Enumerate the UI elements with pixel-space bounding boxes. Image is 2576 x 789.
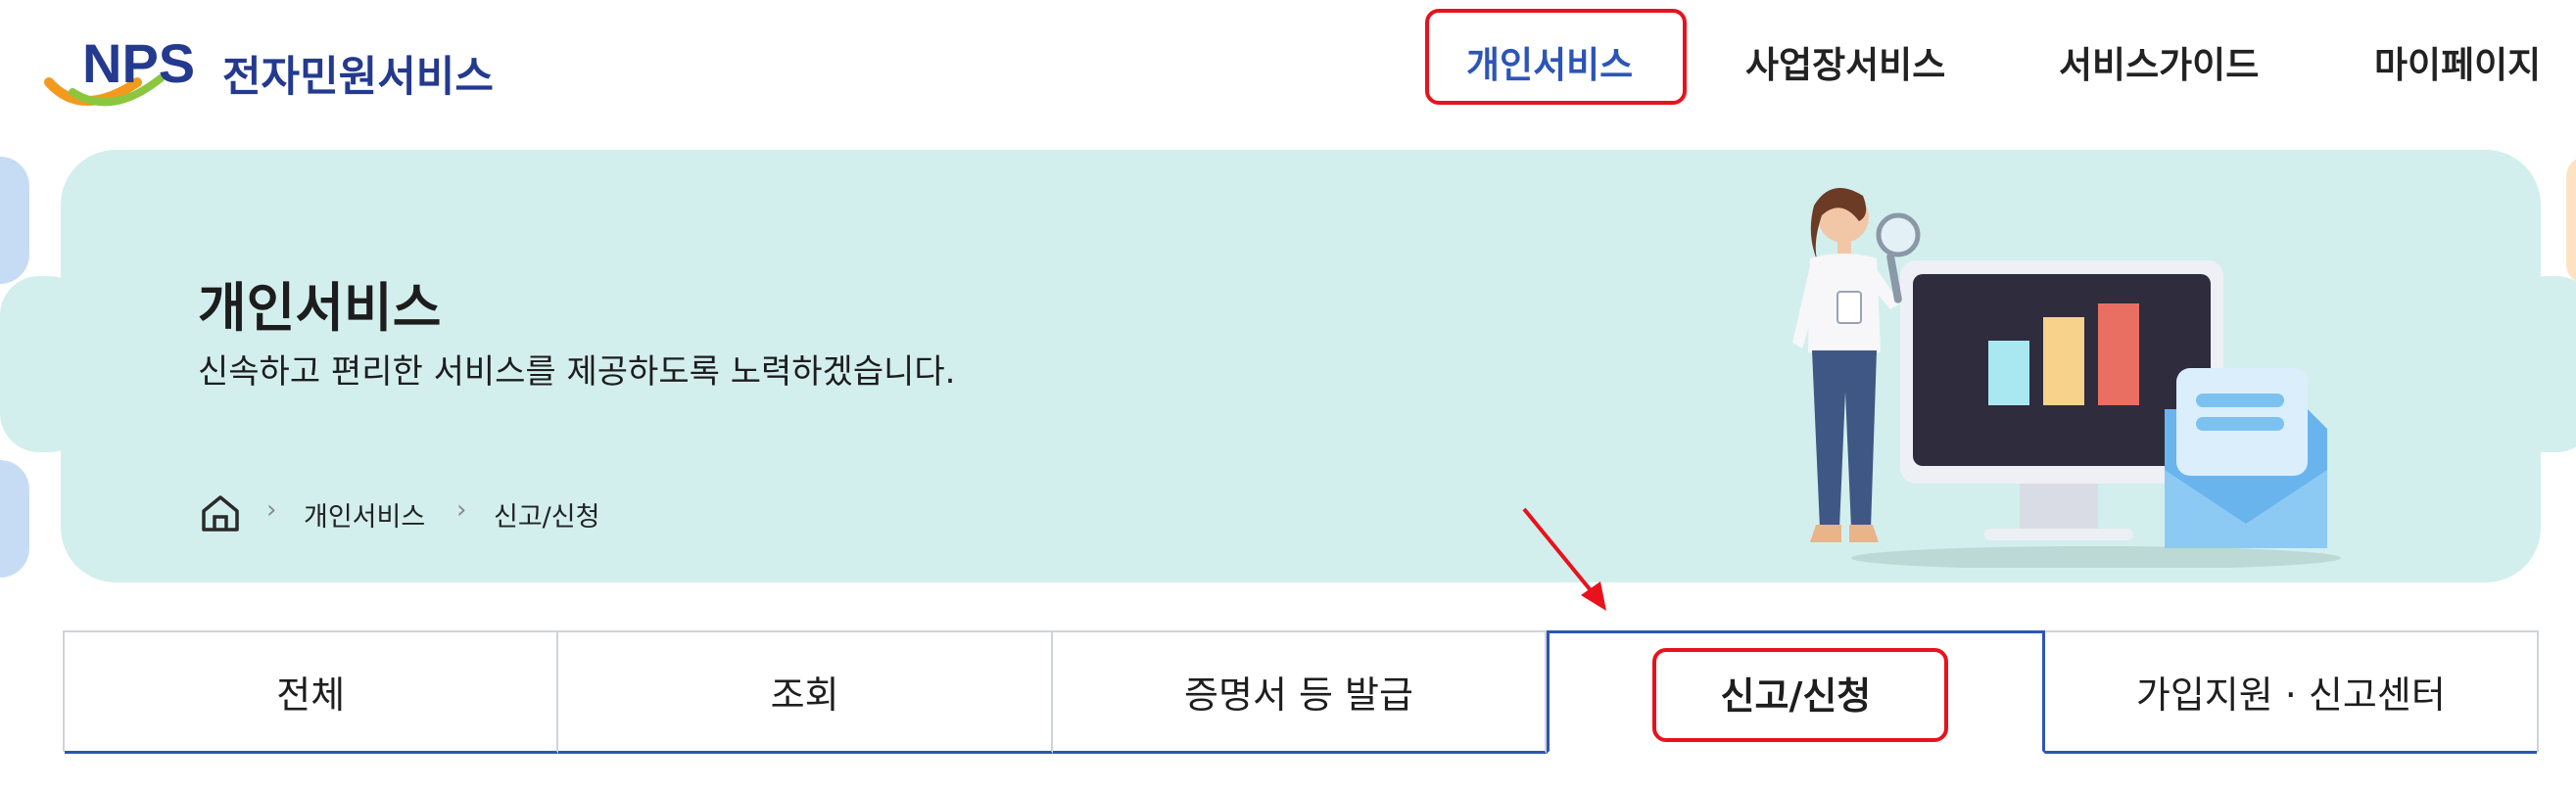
gnb-personal-services[interactable]: 개인서비스 [1466,35,1633,88]
gnb-service-guide[interactable]: 서비스가이드 [2059,35,2259,88]
breadcrumb-chevron-icon: › [266,495,277,525]
nps-logo[interactable]: NPS 전자민원서비스 [43,22,513,119]
page-subtitle: 신속하고 편리한 서비스를 제공하도록 노력하겠습니다. [198,352,956,392]
tab-certificate-issuance[interactable]: 증명서 등 발급 [1052,632,1548,754]
banner-side-decoration [2566,157,2576,284]
breadcrumb-personal-services[interactable]: 개인서비스 [304,495,425,534]
breadcrumb-chevron-icon: › [456,495,467,525]
tab-report-apply[interactable]: 신고/신청 [1547,630,2045,754]
tab-all[interactable]: 전체 [65,632,559,754]
site-title: 전자민원서비스 [222,53,494,102]
nps-logo-icon: NPS [44,32,195,107]
gnb-business-services[interactable]: 사업장서비스 [1745,35,1945,88]
gnb-my-page[interactable]: 마이페이지 [2374,35,2541,88]
service-illustration [1792,188,2341,568]
banner-side-decoration [0,157,29,284]
page: NPS 전자민원서비스 개인서비스 사업장서비스 서비스가이드 마이페이지 개인… [0,0,2576,789]
home-icon[interactable] [200,493,241,536]
page-title: 개인서비스 [198,277,442,339]
banner-side-decoration [0,460,29,578]
tab-inquiry[interactable]: 조회 [558,632,1053,754]
arrow-annotation-icon [1522,507,1606,611]
tab-registration-support[interactable]: 가입지원 · 신고센터 [2044,632,2538,754]
category-tabs: 전체 조회 증명서 등 발급 신고/신청 가입지원 · 신고센터 [63,630,2539,754]
logo-text: NPS [82,32,195,94]
breadcrumb-report-apply[interactable]: 신고/신청 [494,495,599,534]
